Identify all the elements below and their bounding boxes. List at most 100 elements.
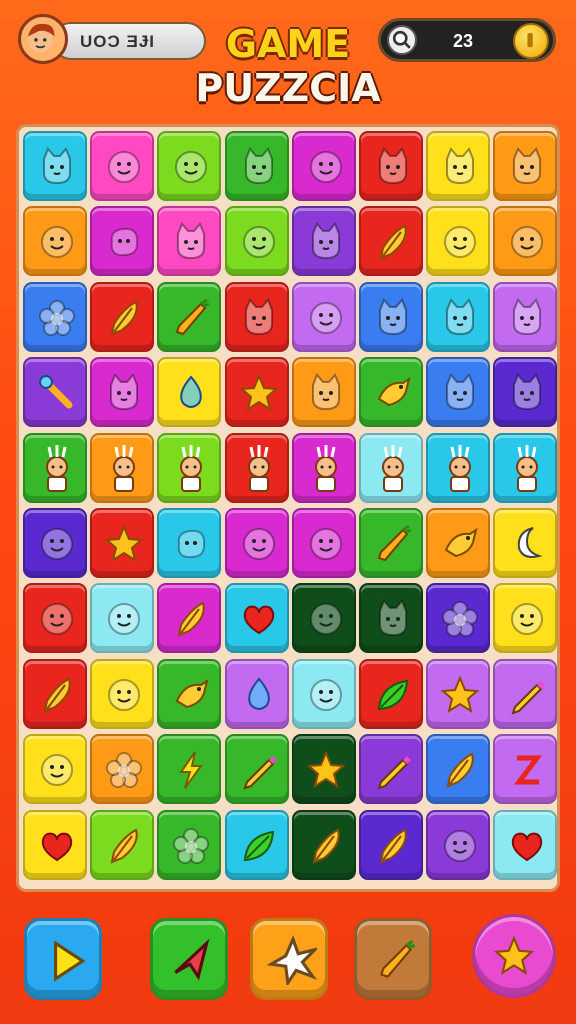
tile-pencil[interactable] [224,734,289,805]
tile-heart[interactable] [493,809,558,880]
tile-blob[interactable] [90,206,155,277]
tile-heart[interactable] [23,809,87,880]
tile-cat[interactable] [224,131,289,201]
tile-smiley[interactable] [23,734,87,805]
tile-feather[interactable] [90,809,155,880]
tile-blob[interactable] [157,508,222,578]
tile-drop[interactable] [224,658,289,729]
pencil-icon [377,756,411,790]
tile-smiley[interactable] [426,809,491,880]
tile-flower[interactable] [426,583,491,654]
tool-button[interactable] [150,918,228,1000]
star-icon [440,675,480,713]
tile-feather[interactable] [426,734,491,805]
person-icon [449,444,472,492]
bonus-button[interactable] [354,918,432,1000]
tile-smiley[interactable] [157,131,222,201]
tile-person[interactable] [157,432,222,503]
pencil-icon [243,756,277,790]
tile-smiley[interactable] [291,508,356,578]
tile-cat[interactable] [90,357,155,428]
tile-cat[interactable] [291,206,356,277]
tile-smiley[interactable] [224,508,289,578]
tile-person[interactable] [493,432,558,503]
tile-person[interactable] [291,432,356,503]
tile-person[interactable] [224,432,289,503]
flower-icon [442,601,479,638]
smiley-icon [444,226,477,259]
tile-star[interactable] [426,658,491,729]
tile-cat[interactable] [426,281,491,352]
tile-pencil[interactable] [493,658,558,729]
drop-icon [247,677,270,710]
star-button[interactable] [472,914,556,998]
tile-smiley[interactable] [23,206,87,277]
tile-leaf[interactable] [359,658,423,729]
tile-moon[interactable] [493,508,558,578]
tile-bird[interactable] [426,508,491,578]
tile-feather[interactable] [359,809,423,880]
tile-feather[interactable] [23,658,87,729]
tile-cat[interactable] [426,131,491,201]
tile-smiley[interactable] [291,583,356,654]
tile-bolt[interactable] [157,734,222,805]
tile-flower[interactable] [157,809,222,880]
tile-smiley[interactable] [291,131,356,201]
cat-icon [110,373,139,411]
tile-bird[interactable] [359,357,423,428]
tile-smiley[interactable] [23,583,87,654]
tile-cat[interactable] [359,131,423,201]
tile-person[interactable] [426,432,491,503]
tile-smiley[interactable] [23,508,87,578]
tile-feather[interactable] [359,206,423,277]
tile-cat[interactable] [426,357,491,428]
tile-smiley[interactable] [426,206,491,277]
tile-pencil[interactable] [359,734,423,805]
tile-star[interactable] [291,734,356,805]
tile-cat[interactable] [493,131,558,201]
tile-star[interactable] [224,357,289,428]
tile-smiley[interactable] [90,583,155,654]
tile-feather[interactable] [90,281,155,352]
tile-cat[interactable] [224,281,289,352]
tile-flower[interactable] [90,734,155,805]
tile-person[interactable] [90,432,155,503]
tile-smiley[interactable] [291,281,356,352]
tile-star[interactable] [90,508,155,578]
tile-wand[interactable] [23,357,87,428]
tile-smiley[interactable] [493,206,558,277]
tile-cat[interactable] [157,206,222,277]
cat-icon [43,147,71,185]
tile-bird[interactable] [157,658,222,729]
shuffle-button[interactable] [250,918,328,1000]
wand-icon [39,375,73,409]
tile-person[interactable] [359,432,423,503]
tile-cat[interactable] [359,281,423,352]
star-icon [104,524,144,563]
tile-cat[interactable] [493,281,558,352]
play-button[interactable] [24,918,102,1000]
tile-smiley[interactable] [291,658,356,729]
tile-carrot[interactable] [359,508,423,578]
tile-smiley[interactable] [493,583,558,654]
tile-z[interactable] [493,734,558,805]
tile-smiley[interactable] [224,206,289,277]
tile-smiley[interactable] [90,131,155,201]
tile-carrot[interactable] [157,281,222,352]
tile-cat[interactable] [291,357,356,428]
smiley-icon [309,528,342,560]
tile-flower[interactable] [23,281,87,352]
tile-cat[interactable] [23,131,87,201]
tile-cat[interactable] [493,357,558,428]
coin-icon[interactable] [513,23,549,59]
tile-feather[interactable] [157,583,222,654]
search-icon[interactable] [387,25,417,55]
tile-cat[interactable] [359,583,423,654]
tile-drop[interactable] [157,357,222,428]
tile-smiley[interactable] [90,658,155,729]
flower-icon [173,827,210,864]
tile-feather[interactable] [291,809,356,880]
tile-heart[interactable] [224,583,289,654]
tile-leaf[interactable] [224,809,289,880]
tile-person[interactable] [23,432,87,503]
